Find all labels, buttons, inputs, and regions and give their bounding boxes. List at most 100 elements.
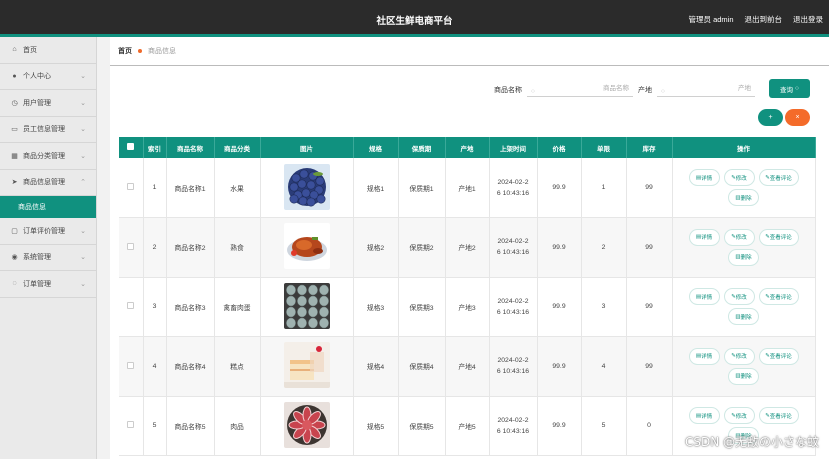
sidebar-item-orders[interactable]: ◌ 订单管理 ⌄ xyxy=(0,271,96,298)
column-header: 上架时间 xyxy=(489,137,538,158)
delete-button[interactable]: ▥ 删除 xyxy=(728,189,759,206)
spec-cell: 规格4 xyxy=(353,336,399,397)
delete-label: 删除 xyxy=(740,314,752,321)
stock-cell: 99 xyxy=(626,336,673,397)
breadcrumb-separator xyxy=(138,49,142,53)
chevron-down-icon: ⌄ xyxy=(80,254,86,262)
detail-label: 详情 xyxy=(701,175,713,182)
category-cell: 熟食 xyxy=(214,217,261,278)
detail-label: 详情 xyxy=(701,294,713,301)
row-checkbox[interactable] xyxy=(119,217,144,278)
view-reviews-button[interactable]: ✎ 查看评论 xyxy=(758,169,799,186)
spec-cell: 规格2 xyxy=(353,217,399,278)
sidebar-item-home[interactable]: ⌂ 首页 xyxy=(0,37,96,64)
select-all-checkbox[interactable] xyxy=(119,137,144,158)
edit-button[interactable]: ✎ 修改 xyxy=(723,347,755,365)
name-search-placeholder: 商品名称 xyxy=(603,85,629,92)
image-cell xyxy=(260,217,354,278)
name-cell: 商品名称3 xyxy=(166,277,215,337)
column-header: 单限 xyxy=(581,137,627,158)
image-cell xyxy=(260,336,354,397)
chat-icon: ▢ xyxy=(11,227,18,235)
index-cell: 4 xyxy=(143,336,167,397)
delete-label: 删除 xyxy=(740,195,752,202)
name-search-input[interactable]: ○ 商品名称 xyxy=(527,80,633,97)
listing-date: 2024-02-2 xyxy=(497,238,529,246)
origin-search-input[interactable]: ○ 产地 xyxy=(657,80,755,97)
send-icon: ➤ xyxy=(11,179,18,187)
name-cell: 商品名称4 xyxy=(166,336,215,397)
detail-label: 详情 xyxy=(701,354,713,361)
view-reviews-button[interactable]: ✎ 查看评论 xyxy=(758,228,799,246)
view-reviews-button[interactable]: ✎ 查看评论 xyxy=(758,347,799,365)
back-to-front-link[interactable]: 退出到前台 xyxy=(745,14,783,25)
index-cell: 3 xyxy=(143,277,167,337)
name-cell: 商品名称1 xyxy=(166,158,215,218)
detail-button[interactable]: ▤ 详情 xyxy=(688,169,720,186)
breadcrumb-home[interactable]: 首页 xyxy=(118,46,132,56)
search-icon: ○ xyxy=(531,88,535,95)
query-button[interactable]: 查询 ○ xyxy=(769,79,810,98)
table-row: 2 商品名称2 熟食 规格2 保质期2 产地2 2024-02-2 6 10:43:16 99.… xyxy=(119,217,816,278)
edit-label: 修改 xyxy=(735,413,747,420)
view-reviews-button[interactable]: ✎ 查看评论 xyxy=(758,288,799,306)
search-bar: 商品名称 ○ 商品名称 产地 ○ 产地 xyxy=(110,78,829,100)
delete-label: 删除 xyxy=(740,374,752,381)
table-row: 1 商品名称1 水果 规格1 保质期1 产地1 2024-02-2 6 10:43:16 99.… xyxy=(119,158,816,218)
listing-date: 2024-02-2 xyxy=(497,416,529,424)
stock-cell: 99 xyxy=(626,158,673,218)
edit-button[interactable]: ✎ 修改 xyxy=(723,228,755,246)
listing-clock: 6 10:43:16 xyxy=(496,368,530,376)
view-reviews-label: 查看评论 xyxy=(769,235,792,242)
detail-button[interactable]: ▤ 详情 xyxy=(688,407,720,425)
name-cell: 商品名称5 xyxy=(166,396,215,456)
delete-label: 删除 xyxy=(740,255,752,262)
sidebar-item-label: 订单管理 xyxy=(23,280,51,288)
category-cell: 水果 xyxy=(214,158,261,218)
batch-delete-button[interactable]: × xyxy=(785,109,810,126)
edit-button[interactable]: ✎ 修改 xyxy=(723,407,755,425)
stock-cell: 0 xyxy=(626,396,673,456)
query-label: 查询 xyxy=(780,86,794,94)
detail-button[interactable]: ▤ 详情 xyxy=(688,347,720,365)
sidebar-item-reviews[interactable]: ▢ 订单评价管理 ⌄ xyxy=(0,218,96,245)
admin-label: 管理员 admin xyxy=(688,15,734,24)
product-image xyxy=(283,401,330,448)
edit-button[interactable]: ✎ 修改 xyxy=(723,169,755,186)
detail-button[interactable]: ▤ 详情 xyxy=(688,228,720,246)
sidebar-item-category[interactable]: ▦ 商品分类管理 ⌄ xyxy=(0,143,96,170)
sidebar-item-product[interactable]: ➤ 商品信息管理 ⌃ xyxy=(0,170,96,196)
origin-cell: 产地5 xyxy=(445,396,490,456)
table-row: 3 商品名称3 禽畜肉蛋 规格3 保质期3 产地3 2024-02-2 6 10:43:16 9… xyxy=(119,277,816,337)
column-header: 价格 xyxy=(537,137,582,158)
row-checkbox[interactable] xyxy=(119,396,144,456)
product-image xyxy=(283,342,330,389)
sidebar-subitem-product-info[interactable]: 商品信息 xyxy=(0,196,96,218)
add-button[interactable]: + xyxy=(758,109,783,126)
actions-cell: ▤ 详情 ✎ 修改 ✎ 查看评论 ▥ 删除 xyxy=(672,277,816,337)
breadcrumb: 首页 商品信息 xyxy=(110,37,829,66)
sidebar: ⌂ 首页 ● 个人中心 ⌄ ◷ 用户管理 ⌄ ▭ 员工信息管理 ⌄ ▦ 商品分类管理 ⌄ ➤ 商品信… xyxy=(0,37,97,459)
row-checkbox[interactable] xyxy=(119,277,144,337)
view-reviews-button[interactable]: ✎ 查看评论 xyxy=(758,407,799,425)
delete-button[interactable]: ▥ 删除 xyxy=(728,367,759,385)
edit-label: 修改 xyxy=(735,235,747,242)
origin-search-placeholder: 产地 xyxy=(738,85,751,92)
edit-button[interactable]: ✎ 修改 xyxy=(723,288,755,306)
logout-link[interactable]: 退出登录 xyxy=(793,14,823,25)
sidebar-item-label: 用户管理 xyxy=(23,99,51,107)
sidebar-item-users[interactable]: ◷ 用户管理 ⌄ xyxy=(0,90,96,117)
detail-button[interactable]: ▤ 详情 xyxy=(688,288,720,306)
delete-button[interactable]: ▥ 删除 xyxy=(728,248,759,266)
sidebar-item-profile[interactable]: ● 个人中心 ⌄ xyxy=(0,64,96,90)
limit-cell: 1 xyxy=(581,158,627,218)
column-header: 商品分类 xyxy=(214,137,261,158)
sidebar-item-system[interactable]: ◉ 系统管理 ⌄ xyxy=(0,245,96,271)
spec-cell: 规格1 xyxy=(353,158,399,218)
row-checkbox[interactable] xyxy=(119,336,144,397)
top-bar: 社区生鲜电商平台 管理员 admin 退出到前台 退出登录 xyxy=(0,0,829,37)
sidebar-item-staff[interactable]: ▭ 员工信息管理 ⌄ xyxy=(0,117,96,143)
column-header: 产地 xyxy=(445,137,490,158)
delete-button[interactable]: ▥ 删除 xyxy=(728,308,759,326)
row-checkbox[interactable] xyxy=(119,158,144,218)
